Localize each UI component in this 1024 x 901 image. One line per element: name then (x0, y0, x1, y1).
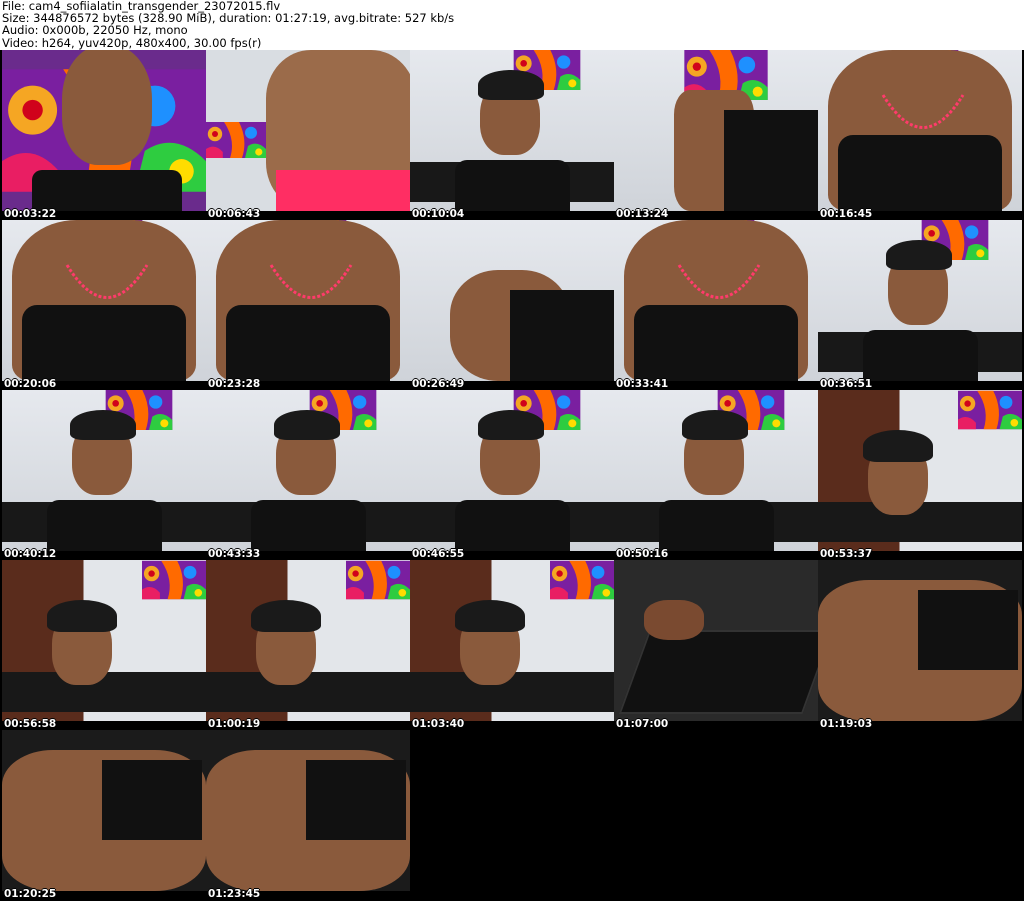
thumbnail-image (410, 560, 614, 721)
thumbnail-timestamp: 00:16:45 (820, 208, 873, 220)
thumbnail: 00:40:12 (2, 390, 206, 560)
thumbnail: 01:23:45 (206, 730, 410, 900)
thumbnail-image (2, 50, 206, 211)
thumbnail-image (614, 390, 818, 551)
thumbnail-timestamp: 01:03:40 (412, 718, 465, 730)
thumbnail-image (614, 220, 818, 381)
thumbnail-timestamp: 00:43:33 (208, 548, 261, 560)
thumbnail-image (2, 220, 206, 381)
thumbnail-image (2, 730, 206, 891)
thumbnail-timestamp: 01:23:45 (208, 888, 261, 900)
thumbnail: 00:16:45 (818, 50, 1022, 220)
thumbnail: 00:53:37 (818, 390, 1022, 560)
thumbnail: 00:56:58 (2, 560, 206, 730)
audio-info-line: Audio: 0x000b, 22050 Hz, mono (2, 23, 188, 38)
thumbnail: 01:20:25 (2, 730, 206, 900)
thumbnail: 01:07:00 (614, 560, 818, 730)
thumbnail-image (206, 560, 410, 721)
thumbnail: 00:23:28 (206, 220, 410, 390)
file-info-header: File: cam4_sofiialatin_transgender_23072… (2, 0, 454, 49)
thumbnail-image (410, 220, 614, 381)
thumbnail-timestamp: 00:36:51 (820, 378, 873, 390)
thumbnail-timestamp: 00:53:37 (820, 548, 873, 560)
thumbnail-timestamp: 00:20:06 (4, 378, 57, 390)
thumbnail-image (614, 560, 818, 721)
thumbnail-image (410, 390, 614, 551)
thumbnail-image (206, 50, 410, 211)
thumbnail-timestamp: 00:06:43 (208, 208, 261, 220)
thumbnail-image (818, 390, 1022, 551)
thumbnail: 00:50:16 (614, 390, 818, 560)
thumbnail-image (206, 730, 410, 891)
thumbnail-image (206, 220, 410, 381)
thumbnail-timestamp: 00:13:24 (616, 208, 669, 220)
thumbnail-image (2, 560, 206, 721)
thumbnail-image (818, 220, 1022, 381)
thumbnail-image (410, 50, 614, 211)
thumbnail: 00:03:22 (2, 50, 206, 220)
thumbnail-image (818, 50, 1022, 211)
thumbnail: 00:20:06 (2, 220, 206, 390)
thumbnail-timestamp: 01:19:03 (820, 718, 873, 730)
thumbnail-image (206, 390, 410, 551)
thumbnail-timestamp: 00:50:16 (616, 548, 669, 560)
thumbnail-timestamp: 00:56:58 (4, 718, 57, 730)
thumbnail: 01:19:03 (818, 560, 1022, 730)
thumbnail: 00:13:24 (614, 50, 818, 220)
thumbnail-timestamp: 00:03:22 (4, 208, 57, 220)
thumbnail-timestamp: 00:23:28 (208, 378, 261, 390)
thumbnail-timestamp: 01:00:19 (208, 718, 261, 730)
thumbnail-image (614, 50, 818, 211)
thumbnail: 00:26:49 (410, 220, 614, 390)
thumbnail: 00:06:43 (206, 50, 410, 220)
thumbnail-image (818, 560, 1022, 721)
thumbnail: 01:00:19 (206, 560, 410, 730)
thumbnail-timestamp: 00:46:55 (412, 548, 465, 560)
thumbnail: 01:03:40 (410, 560, 614, 730)
thumbnail-timestamp: 01:07:00 (616, 718, 669, 730)
thumbnail: 00:33:41 (614, 220, 818, 390)
thumbnail-image (2, 390, 206, 551)
thumbnail: 00:46:55 (410, 390, 614, 560)
thumbnail-timestamp: 00:10:04 (412, 208, 465, 220)
thumbnail-timestamp: 00:33:41 (616, 378, 669, 390)
thumbnail: 00:10:04 (410, 50, 614, 220)
thumbnail-timestamp: 01:20:25 (4, 888, 57, 900)
thumbnail-timestamp: 00:40:12 (4, 548, 57, 560)
video-info-line: Video: h264, yuv420p, 480x400, 30.00 fps… (2, 35, 262, 50)
thumbnail-timestamp: 00:26:49 (412, 378, 465, 390)
thumbnail: 00:43:33 (206, 390, 410, 560)
thumbnail: 00:36:51 (818, 220, 1022, 390)
thumbnail-grid: 00:03:22 00:06:43 00:10:04 00:13:24 00:1… (0, 50, 1024, 901)
